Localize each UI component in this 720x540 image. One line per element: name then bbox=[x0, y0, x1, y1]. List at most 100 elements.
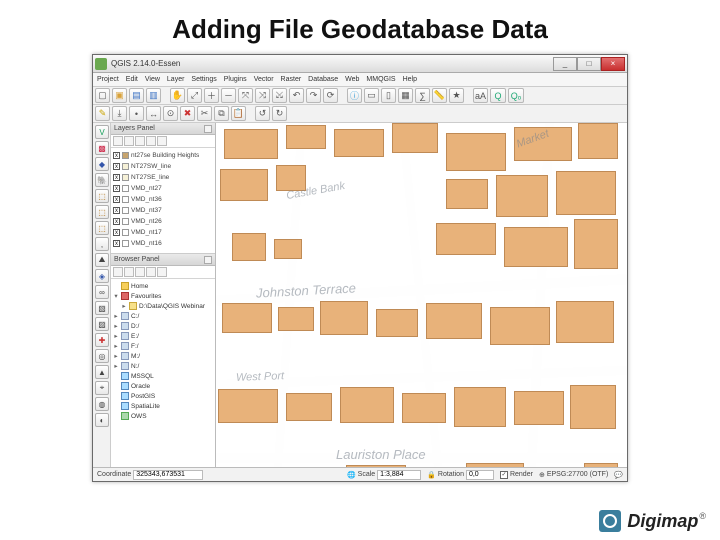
map-canvas[interactable]: Castle Bank Market Johnston Terrace West… bbox=[216, 123, 627, 467]
deselect-icon[interactable]: ▯ bbox=[381, 88, 396, 103]
field-calc-icon[interactable]: ∑ bbox=[415, 88, 430, 103]
browser-addfav-icon[interactable] bbox=[124, 267, 134, 277]
panel-close-icon[interactable] bbox=[204, 125, 212, 133]
tree-row[interactable]: Home bbox=[113, 281, 213, 291]
new-geopackage-icon[interactable]: ▨ bbox=[95, 317, 109, 331]
menu-layer[interactable]: Layer bbox=[167, 76, 185, 83]
browser-props-icon[interactable] bbox=[157, 267, 167, 277]
layer-checkbox[interactable]: x bbox=[113, 229, 120, 236]
pan-to-selection-icon[interactable]: ⤢ bbox=[187, 88, 202, 103]
metasearch-icon[interactable]: ◍ bbox=[95, 397, 109, 411]
add-csv-icon[interactable]: , bbox=[95, 237, 109, 251]
layer-item[interactable]: xnt27se Building Heights bbox=[113, 150, 213, 161]
add-virtual-icon[interactable]: ∞ bbox=[95, 285, 109, 299]
scale-input[interactable] bbox=[377, 470, 421, 480]
menu-edit[interactable]: Edit bbox=[126, 76, 138, 83]
pan-icon[interactable]: ✋ bbox=[170, 88, 185, 103]
browser-filter-icon[interactable] bbox=[135, 267, 145, 277]
layer-checkbox[interactable]: x bbox=[113, 218, 120, 225]
layer-checkbox[interactable]: x bbox=[113, 174, 120, 181]
menu-mmqgis[interactable]: MMQGIS bbox=[366, 76, 395, 83]
menu-project[interactable]: Project bbox=[97, 76, 119, 83]
rotation-input[interactable] bbox=[466, 470, 494, 480]
messages-icon[interactable]: 💬 bbox=[614, 471, 623, 479]
label-icon[interactable]: aA bbox=[473, 88, 488, 103]
layer-checkbox[interactable]: x bbox=[113, 152, 120, 159]
lock-icon[interactable]: 🔒 bbox=[427, 471, 436, 479]
tree-twisty-icon[interactable]: ▸ bbox=[113, 332, 119, 340]
tree-row[interactable]: ▸F:/ bbox=[113, 341, 213, 351]
crs-icon[interactable]: ⊕ bbox=[539, 471, 545, 479]
tree-twisty-icon[interactable]: ▸ bbox=[113, 322, 119, 330]
save-as-icon[interactable]: ▥ bbox=[146, 88, 161, 103]
tree-row[interactable]: ▸D:\Data\QGIS Webinar bbox=[113, 301, 213, 311]
new-shapefile-icon[interactable]: ▧ bbox=[95, 301, 109, 315]
tree-row[interactable]: ▸M:/ bbox=[113, 351, 213, 361]
menu-raster[interactable]: Raster bbox=[281, 76, 302, 83]
quick-osm2-icon[interactable]: Qₒ bbox=[508, 88, 524, 103]
edit-toggle-icon[interactable]: ✎ bbox=[95, 106, 110, 121]
browser-panel-title[interactable]: Browser Panel bbox=[111, 254, 215, 266]
add-gpx-icon[interactable]: ⛰ bbox=[95, 253, 109, 267]
add-oracle-icon[interactable]: ◈ bbox=[95, 269, 109, 283]
tree-row[interactable]: ▸C:/ bbox=[113, 311, 213, 321]
panel-close-icon[interactable] bbox=[204, 256, 212, 264]
add-wcs-icon[interactable]: ⬚ bbox=[95, 205, 109, 219]
measure-icon[interactable]: 📏 bbox=[432, 88, 447, 103]
undo-icon[interactable]: ↺ bbox=[255, 106, 270, 121]
layer-remove-icon[interactable] bbox=[157, 136, 167, 146]
tree-row[interactable]: Oracle bbox=[113, 381, 213, 391]
tree-row[interactable]: ▸E:/ bbox=[113, 331, 213, 341]
crs-label[interactable]: EPSG:27700 (OTF) bbox=[547, 471, 608, 478]
node-tool-icon[interactable]: ⊙ bbox=[163, 106, 178, 121]
layer-filter-icon[interactable] bbox=[124, 136, 134, 146]
menu-help[interactable]: Help bbox=[403, 76, 417, 83]
layer-item[interactable]: xVMD_nt16 bbox=[113, 238, 213, 249]
layer-checkbox[interactable]: x bbox=[113, 163, 120, 170]
zoom-selection-icon[interactable]: ⤩ bbox=[272, 88, 287, 103]
zoom-next-icon[interactable]: ↷ bbox=[306, 88, 321, 103]
coord-input[interactable] bbox=[133, 470, 203, 480]
topology-icon[interactable]: ▲ bbox=[95, 365, 109, 379]
layer-collapse-icon[interactable] bbox=[146, 136, 156, 146]
close-button[interactable]: × bbox=[601, 57, 625, 71]
minimize-button[interactable]: _ bbox=[553, 57, 577, 71]
menu-view[interactable]: View bbox=[145, 76, 160, 83]
menu-vector[interactable]: Vector bbox=[254, 76, 274, 83]
refresh-icon[interactable]: ⟳ bbox=[323, 88, 338, 103]
paste-icon[interactable]: 📋 bbox=[231, 106, 246, 121]
save-project-icon[interactable]: ▤ bbox=[129, 88, 144, 103]
menu-settings[interactable]: Settings bbox=[191, 76, 216, 83]
new-project-icon[interactable]: ▢ bbox=[95, 88, 110, 103]
tree-twisty-icon[interactable]: ▸ bbox=[113, 362, 119, 370]
add-postgis-icon[interactable]: 🐘 bbox=[95, 173, 109, 187]
menu-plugins[interactable]: Plugins bbox=[224, 76, 247, 83]
attributes-icon[interactable]: ▦ bbox=[398, 88, 413, 103]
plugin-icon[interactable]: ◐ bbox=[95, 413, 109, 427]
menu-web[interactable]: Web bbox=[345, 76, 359, 83]
layer-item[interactable]: xNT27SW_line bbox=[113, 161, 213, 172]
zoom-out-icon[interactable]: － bbox=[221, 88, 236, 103]
layer-item[interactable]: xVMD_nt27 bbox=[113, 183, 213, 194]
tree-row[interactable]: PostGIS bbox=[113, 391, 213, 401]
tree-twisty-icon[interactable]: ▸ bbox=[113, 352, 119, 360]
menu-database[interactable]: Database bbox=[308, 76, 338, 83]
layer-item[interactable]: xVMD_nt37 bbox=[113, 205, 213, 216]
layers-panel-title[interactable]: Layers Panel bbox=[111, 123, 215, 135]
globe-icon[interactable]: 🌐 bbox=[347, 471, 356, 479]
layer-checkbox[interactable]: x bbox=[113, 207, 120, 214]
tree-row[interactable]: OWS bbox=[113, 411, 213, 421]
tree-twisty-icon[interactable]: ▸ bbox=[121, 302, 127, 310]
tree-row[interactable]: ▸N:/ bbox=[113, 361, 213, 371]
layer-item[interactable]: xVMD_nt36 bbox=[113, 194, 213, 205]
zoom-in-icon[interactable]: ＋ bbox=[204, 88, 219, 103]
browser-refresh-icon[interactable] bbox=[113, 267, 123, 277]
tree-row[interactable]: SpatiaLite bbox=[113, 401, 213, 411]
delete-icon[interactable]: ✖ bbox=[180, 106, 195, 121]
zoom-full-icon[interactable]: ⤧ bbox=[238, 88, 253, 103]
layer-checkbox[interactable]: x bbox=[113, 240, 120, 247]
bookmark-icon[interactable]: ★ bbox=[449, 88, 464, 103]
zoom-layer-icon[interactable]: ⤨ bbox=[255, 88, 270, 103]
layer-style-icon[interactable] bbox=[113, 136, 123, 146]
zoom-last-icon[interactable]: ↶ bbox=[289, 88, 304, 103]
